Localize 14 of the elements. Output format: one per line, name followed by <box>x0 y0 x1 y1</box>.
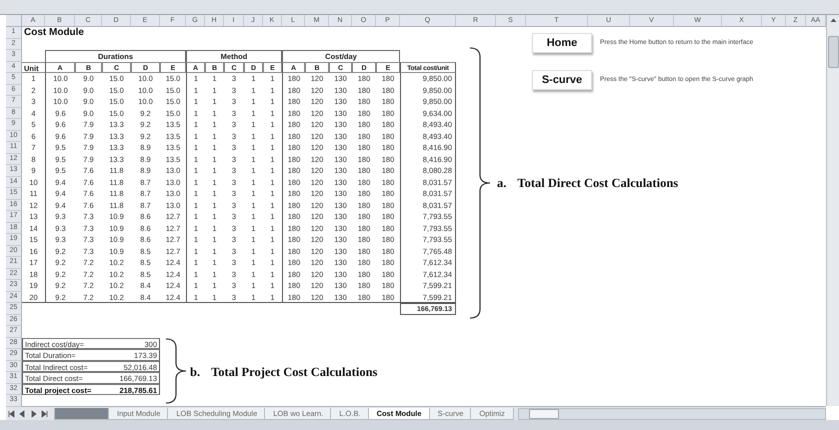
sheet-tab[interactable] <box>54 408 110 420</box>
annotation-label: Total Direct Cost Calculations <box>517 176 678 191</box>
macro-button[interactable]: Home <box>532 33 592 53</box>
scroll-thumb[interactable] <box>828 36 838 68</box>
macro-button[interactable]: S-curve <box>532 70 592 90</box>
list-marker: b. <box>190 365 200 380</box>
brace-icon <box>468 47 492 319</box>
vertical-scrollbar[interactable] <box>826 15 839 406</box>
brace-icon <box>164 338 188 404</box>
sheet-title: Cost Module <box>23 27 85 38</box>
annotation-label: Total Project Cost Calculations <box>211 365 378 380</box>
horizontal-scrollbar[interactable] <box>518 408 826 420</box>
list-marker: a. <box>497 176 506 191</box>
scroll-thumb[interactable] <box>528 408 559 418</box>
